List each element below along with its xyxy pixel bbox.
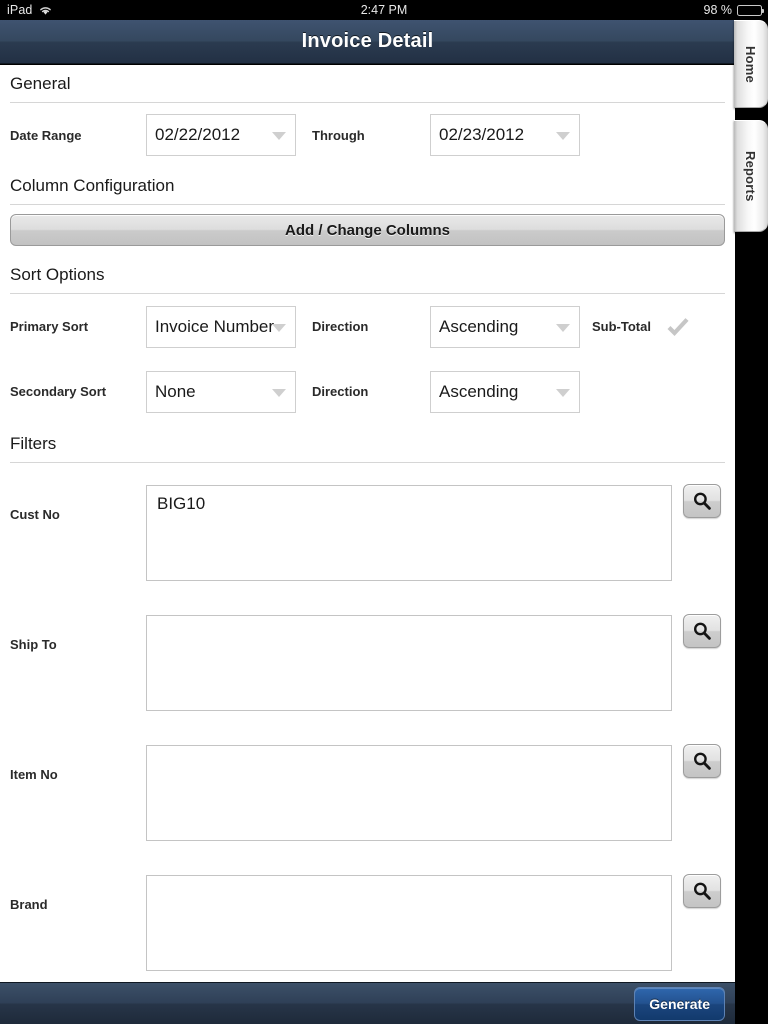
search-icon: [693, 492, 711, 510]
generate-button[interactable]: Generate: [634, 986, 725, 1021]
chevron-down-icon: [272, 132, 286, 140]
primary-sort-dropdown[interactable]: Invoice Number: [146, 305, 296, 348]
bottom-toolbar: Generate: [0, 982, 735, 1024]
secondary-direction-dropdown[interactable]: Ascending: [430, 370, 580, 413]
sub-total-group: Sub-Total: [592, 317, 689, 337]
secondary-sort-label: Secondary Sort: [10, 384, 107, 399]
date-from-dropdown[interactable]: 02/22/2012: [146, 114, 296, 156]
date-range-label: Date Range: [10, 127, 82, 143]
cust-no-textarea[interactable]: BIG10: [146, 485, 672, 581]
item-no-textarea[interactable]: [146, 745, 672, 841]
item-no-search-button[interactable]: [683, 744, 721, 778]
chevron-down-icon: [556, 323, 570, 332]
secondary-sort-row: Secondary Sort None Direction Ascending: [0, 359, 735, 424]
search-icon: [693, 752, 711, 770]
secondary-sort-value: None: [155, 381, 196, 401]
secondary-sort-dropdown[interactable]: None: [146, 370, 296, 413]
date-range-row: Date Range 02/22/2012 Through 02/23/2012: [0, 103, 735, 167]
section-header-column-configuration: Column Configuration: [10, 176, 175, 195]
checkmark-icon[interactable]: [667, 317, 689, 337]
filter-label-cust-no: Cust No: [10, 507, 60, 522]
primary-sort-label: Primary Sort: [10, 319, 89, 334]
secondary-direction-value: Ascending: [439, 381, 519, 401]
navigation-bar: Invoice Detail: [0, 20, 735, 64]
side-tab-bar: Home Reports: [734, 20, 768, 232]
filter-row-brand: Brand: [0, 874, 735, 971]
side-tab-home-label: Home: [743, 45, 758, 83]
through-label: Through: [312, 127, 365, 143]
date-to-dropdown[interactable]: 02/23/2012: [430, 114, 580, 156]
battery-icon: [737, 4, 764, 16]
side-tab-reports-label: Reports: [743, 150, 758, 202]
chevron-down-icon: [272, 388, 286, 397]
filter-label-brand: Brand: [10, 897, 48, 912]
primary-direction-label: Direction: [312, 319, 369, 334]
battery-percent: 98 %: [703, 3, 733, 17]
chevron-down-icon: [556, 132, 570, 140]
section-header-general: General: [10, 74, 71, 93]
add-change-columns-button[interactable]: Add / Change Columns: [10, 214, 725, 246]
section-header-filters: Filters: [10, 434, 57, 453]
filter-label-ship-to: Ship To: [10, 637, 57, 652]
search-icon: [693, 882, 711, 900]
section-header-sort-options: Sort Options: [10, 265, 105, 284]
status-bar: iPad 2:47 PM 98 %: [0, 0, 768, 20]
sub-total-label: Sub-Total: [592, 319, 651, 334]
primary-direction-dropdown[interactable]: Ascending: [430, 305, 580, 348]
side-tab-home[interactable]: Home: [734, 20, 768, 108]
filter-row-ship-to: Ship To: [0, 614, 735, 711]
search-icon: [693, 622, 711, 640]
status-bar-right: 98 %: [703, 3, 764, 17]
secondary-direction-label: Direction: [312, 384, 369, 399]
chevron-down-icon: [556, 388, 570, 397]
status-bar-clock: 2:47 PM: [360, 3, 408, 17]
primary-direction-value: Ascending: [439, 316, 519, 336]
primary-sort-value: Invoice Number: [155, 316, 275, 336]
form-content: General Date Range 02/22/2012 Through 02…: [0, 65, 735, 982]
date-to-value: 02/23/2012: [439, 125, 525, 144]
date-from-value: 02/22/2012: [155, 125, 241, 144]
brand-textarea[interactable]: [146, 875, 672, 971]
divider-column-configuration: [10, 204, 725, 205]
primary-sort-row: Primary Sort Invoice Number Direction As…: [0, 294, 735, 359]
side-tab-reports[interactable]: Reports: [734, 120, 768, 232]
filter-label-item-no: Item No: [10, 767, 58, 782]
brand-search-button[interactable]: [683, 874, 721, 908]
filter-row-cust-no: Cust No BIG10: [0, 484, 735, 581]
ship-to-textarea[interactable]: [146, 615, 672, 711]
divider-filters: [10, 462, 725, 463]
ipad-screen: iPad 2:47 PM 98 % Home Reports Invoice D…: [0, 0, 768, 1024]
chevron-down-icon: [272, 323, 286, 332]
page-title: Invoice Detail: [301, 30, 434, 52]
cust-no-search-button[interactable]: [683, 484, 721, 518]
ship-to-search-button[interactable]: [683, 614, 721, 648]
filter-row-item-no: Item No: [0, 744, 735, 841]
